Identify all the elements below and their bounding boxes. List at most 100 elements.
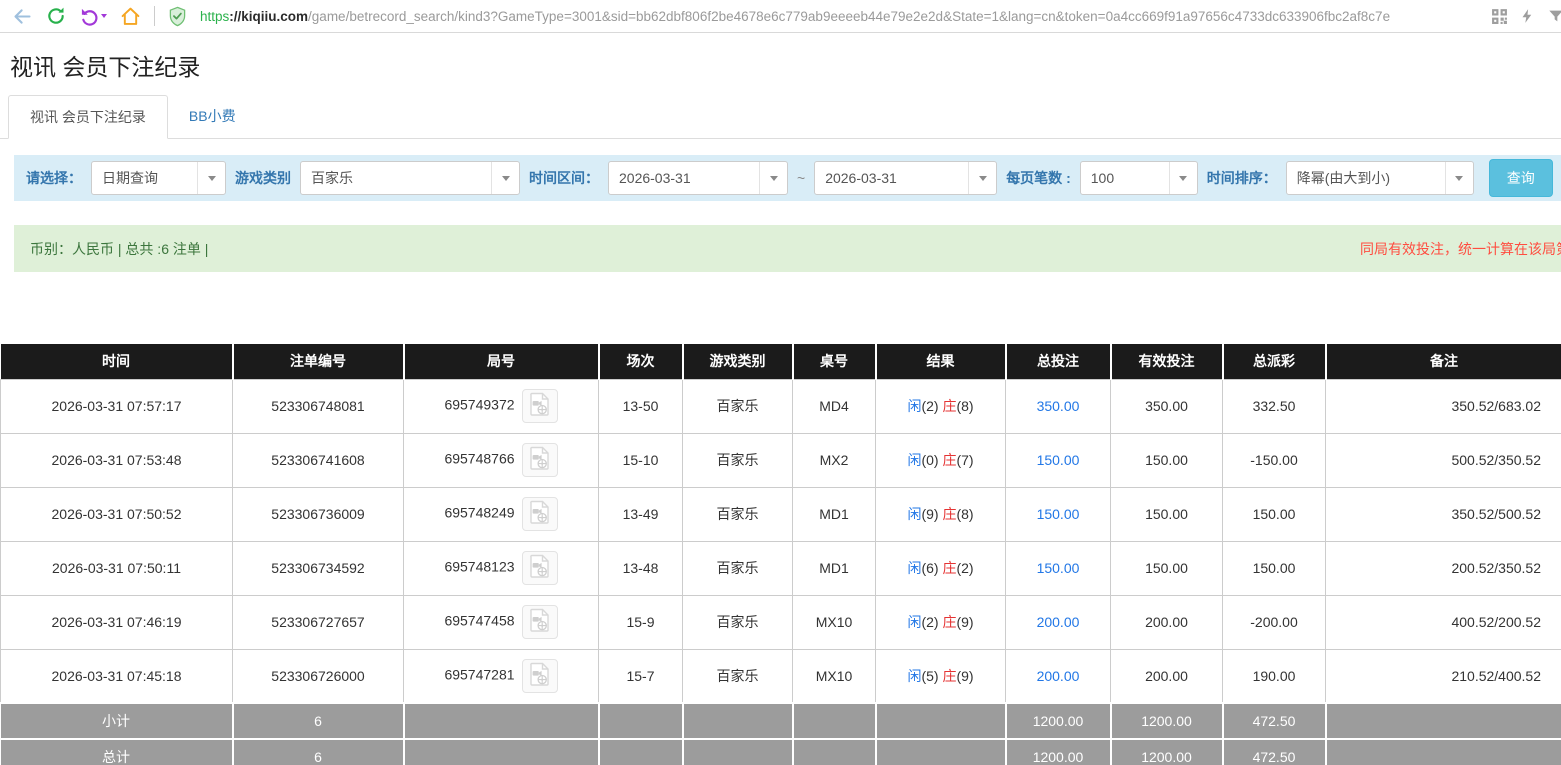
cell-result: 闲(9) 庄(8) xyxy=(876,487,1006,541)
video-replay-icon xyxy=(529,446,551,474)
col-header-session: 场次 xyxy=(599,344,683,379)
cell-game-type: 百家乐 xyxy=(683,541,793,595)
video-replay-icon xyxy=(529,608,551,636)
cell-payout: 150.00 xyxy=(1223,487,1326,541)
undo-dropdown-caret[interactable] xyxy=(101,14,107,18)
video-replay-button[interactable] xyxy=(522,497,558,531)
round-number: 695749372 xyxy=(444,397,514,413)
cell-round: 695749372 xyxy=(404,379,599,433)
cell-table-no: MD4 xyxy=(793,379,876,433)
cell-table-no: MX10 xyxy=(793,649,876,703)
result-banker: 庄 xyxy=(942,506,956,522)
cell-time: 2026-03-31 07:46:19 xyxy=(1,595,233,649)
table-header-row: 时间 注单编号 局号 场次 游戏类别 桌号 结果 总投注 有效投注 总派彩 备注 xyxy=(1,344,1561,379)
table-row: 2026-03-31 07:50:52523306736009695748249… xyxy=(1,487,1561,541)
total-bet-link[interactable]: 350.00 xyxy=(1037,398,1080,414)
chevron-down-icon[interactable] xyxy=(197,162,225,194)
cell-bet-id: 523306734592 xyxy=(233,541,404,595)
clipped-edge-icon[interactable] xyxy=(1547,8,1561,24)
round-number: 695748123 xyxy=(444,559,514,575)
filter-bar: 请选择： 日期查询 游戏类别 百家乐 时间区间： 2026-03-31 ~ 20… xyxy=(14,155,1561,201)
result-player: 闲 xyxy=(907,668,921,684)
cell-total-bet: 350.00 xyxy=(1006,379,1111,433)
cell-bet-id: 523306748081 xyxy=(233,379,404,433)
total-payout: 472.50 xyxy=(1223,739,1326,765)
date-to-select[interactable]: 2026-03-31 xyxy=(814,161,997,195)
tab-bb-tips[interactable]: BB小费 xyxy=(168,95,257,139)
date-range-tilde: ~ xyxy=(797,170,805,186)
tab-bet-records[interactable]: 视讯 会员下注纪录 xyxy=(8,95,168,139)
video-replay-button[interactable] xyxy=(522,659,558,693)
col-header-total-bet: 总投注 xyxy=(1006,344,1111,379)
total-bet-link[interactable]: 200.00 xyxy=(1037,614,1080,630)
url-scheme: https xyxy=(200,9,229,24)
search-button[interactable]: 查询 xyxy=(1489,159,1553,197)
cell-bet-id: 523306727657 xyxy=(233,595,404,649)
currency-total-text: 币别：人民币 | 总共 :6 注单 | xyxy=(30,239,208,259)
cell-valid-bet: 200.00 xyxy=(1111,595,1223,649)
page-size-select[interactable]: 100 xyxy=(1080,161,1198,195)
video-replay-button[interactable] xyxy=(522,389,558,423)
total-bet-link[interactable]: 150.00 xyxy=(1037,560,1080,576)
url-bar[interactable]: https://kiqiiu.com/game/betrecord_search… xyxy=(200,9,1478,24)
subtotal-count: 6 xyxy=(233,703,404,739)
cell-payout: 332.50 xyxy=(1223,379,1326,433)
cell-valid-bet: 150.00 xyxy=(1111,433,1223,487)
date-from-select[interactable]: 2026-03-31 xyxy=(608,161,788,195)
video-replay-icon xyxy=(529,500,551,528)
chevron-down-icon[interactable] xyxy=(1169,162,1197,194)
video-replay-button[interactable] xyxy=(522,443,558,477)
cell-session: 13-49 xyxy=(599,487,683,541)
qr-icon[interactable] xyxy=(1491,8,1508,25)
video-replay-button[interactable] xyxy=(522,605,558,639)
subtotal-payout: 472.50 xyxy=(1223,703,1326,739)
video-replay-button[interactable] xyxy=(522,551,558,585)
total-bet-link[interactable]: 150.00 xyxy=(1037,506,1080,522)
cell-total-bet: 150.00 xyxy=(1006,487,1111,541)
round-number: 695748249 xyxy=(444,505,514,521)
shield-icon[interactable] xyxy=(168,6,187,27)
result-player: 闲 xyxy=(907,452,921,468)
total-row: 总计 6 1200.00 1200.00 472.50 xyxy=(1,739,1561,765)
sort-order-select[interactable]: 降幂(由大到小) xyxy=(1286,161,1474,195)
game-type-select[interactable]: 百家乐 xyxy=(300,161,520,195)
home-icon[interactable] xyxy=(120,6,141,27)
cell-total-bet: 200.00 xyxy=(1006,595,1111,649)
chevron-down-icon[interactable] xyxy=(491,162,519,194)
total-bet-link[interactable]: 150.00 xyxy=(1037,452,1080,468)
col-header-round: 局号 xyxy=(404,344,599,379)
cell-result: 闲(0) 庄(7) xyxy=(876,433,1006,487)
chevron-down-icon[interactable] xyxy=(1445,162,1473,194)
subtotal-total-bet: 1200.00 xyxy=(1006,703,1111,739)
cell-round: 695747281 xyxy=(404,649,599,703)
lightning-icon[interactable] xyxy=(1520,7,1535,25)
cell-remark: 210.52/400.52 xyxy=(1326,649,1561,703)
result-player: 闲 xyxy=(907,398,921,414)
chevron-down-icon[interactable] xyxy=(968,162,996,194)
refresh-icon[interactable] xyxy=(46,6,66,26)
cell-valid-bet: 150.00 xyxy=(1111,487,1223,541)
col-header-game-type: 游戏类别 xyxy=(683,344,793,379)
query-type-select[interactable]: 日期查询 xyxy=(91,161,226,195)
cell-table-no: MX10 xyxy=(793,595,876,649)
cell-remark: 200.52/350.52 xyxy=(1326,541,1561,595)
total-bet-link[interactable]: 200.00 xyxy=(1037,668,1080,684)
back-icon[interactable] xyxy=(12,6,33,27)
game-type-label: 游戏类别 xyxy=(235,168,291,188)
col-header-bet-id: 注单编号 xyxy=(233,344,404,379)
undo-icon[interactable] xyxy=(79,6,107,26)
table-row: 2026-03-31 07:45:18523306726000695747281… xyxy=(1,649,1561,703)
cell-session: 15-7 xyxy=(599,649,683,703)
tab-bar: 视讯 会员下注纪录 BB小费 xyxy=(0,95,1561,139)
cell-session: 13-48 xyxy=(599,541,683,595)
cell-session: 15-10 xyxy=(599,433,683,487)
cell-game-type: 百家乐 xyxy=(683,595,793,649)
time-range-label: 时间区间： xyxy=(529,168,599,188)
col-header-remark: 备注 xyxy=(1326,344,1561,379)
cell-total-bet: 200.00 xyxy=(1006,649,1111,703)
bet-table-body: 2026-03-31 07:57:17523306748081695749372… xyxy=(1,379,1561,703)
cell-time: 2026-03-31 07:45:18 xyxy=(1,649,233,703)
chevron-down-icon[interactable] xyxy=(759,162,787,194)
table-row: 2026-03-31 07:57:17523306748081695749372… xyxy=(1,379,1561,433)
cell-game-type: 百家乐 xyxy=(683,649,793,703)
